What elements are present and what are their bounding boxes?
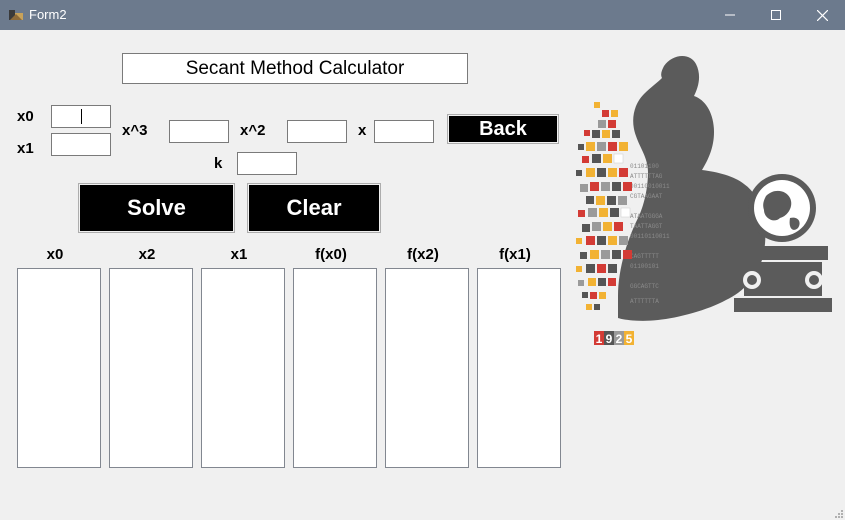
- fx0-results-list[interactable]: [293, 268, 377, 468]
- x-label: x: [358, 122, 367, 139]
- university-logo-icon: 01101100 ATTTTTTAG 00110010011 CGTAAGAAT…: [576, 55, 832, 346]
- minimize-icon: [725, 14, 735, 16]
- svg-text:TAATTAGGT: TAATTAGGT: [630, 223, 663, 230]
- x0-results-list[interactable]: [17, 268, 101, 468]
- k-label: k: [214, 155, 223, 172]
- column-header-x1: x1: [230, 246, 248, 263]
- svg-text:GGCAGTTC: GGCAGTTC: [630, 283, 659, 290]
- app-icon: [9, 10, 23, 20]
- form-client-area: Secant Method Calculator x0 x1 x^3 x^2 x…: [0, 30, 845, 520]
- calculator-heading: Secant Method Calculator: [122, 53, 468, 84]
- logo-digit-2: 2: [616, 332, 623, 346]
- x-coefficient-input[interactable]: [374, 120, 434, 143]
- logo-digit-5: 5: [626, 332, 633, 346]
- x0-input[interactable]: [51, 105, 111, 128]
- solve-button[interactable]: Solve: [78, 183, 235, 233]
- title-bar: Form2: [0, 0, 845, 30]
- k-constant-input[interactable]: [237, 152, 297, 175]
- fx2-results-list[interactable]: [385, 268, 469, 468]
- column-header-x2: x2: [138, 246, 156, 263]
- x1-results-list[interactable]: [201, 268, 285, 468]
- column-header-fx2: f(x2): [407, 246, 439, 263]
- clear-button[interactable]: Clear: [247, 183, 381, 233]
- svg-text:CGTAAGAAT: CGTAAGAAT: [630, 193, 663, 200]
- x2-results-list[interactable]: [109, 268, 193, 468]
- fx1-results-list[interactable]: [477, 268, 561, 468]
- x2-label: x^2: [240, 122, 266, 139]
- x3-label: x^3: [122, 122, 148, 139]
- x1-label: x1: [17, 140, 34, 157]
- svg-text:CAGTTTTT: CAGTTTTT: [630, 253, 659, 260]
- minimize-button[interactable]: [707, 0, 753, 30]
- svg-text:00110110011: 00110110011: [630, 233, 670, 240]
- close-icon: [816, 9, 828, 21]
- column-header-fx1: f(x1): [499, 246, 531, 263]
- close-button[interactable]: [799, 0, 845, 30]
- maximize-button[interactable]: [753, 0, 799, 30]
- back-button[interactable]: Back: [447, 114, 559, 144]
- resize-grip-icon[interactable]: [833, 508, 843, 518]
- x1-input[interactable]: [51, 133, 111, 156]
- x3-coefficient-input[interactable]: [169, 120, 229, 143]
- window-title: Form2: [29, 7, 67, 22]
- svg-text:ATTTTTTAG: ATTTTTTAG: [630, 173, 663, 180]
- svg-text:ATAATGGGA: ATAATGGGA: [630, 213, 663, 220]
- maximize-icon: [771, 10, 781, 20]
- logo-digit-9: 9: [606, 332, 613, 346]
- column-header-fx0: f(x0): [315, 246, 347, 263]
- text-caret: [81, 109, 82, 124]
- x2-coefficient-input[interactable]: [287, 120, 347, 143]
- svg-text:01101100: 01101100: [630, 163, 659, 170]
- logo-digit-1: 1: [596, 332, 603, 346]
- x0-label: x0: [17, 108, 34, 125]
- svg-text:00110010011: 00110010011: [630, 183, 670, 190]
- svg-text:ATTTTTTA: ATTTTTTA: [630, 298, 659, 305]
- svg-text:01100101: 01100101: [630, 263, 659, 270]
- column-header-x0: x0: [46, 246, 64, 263]
